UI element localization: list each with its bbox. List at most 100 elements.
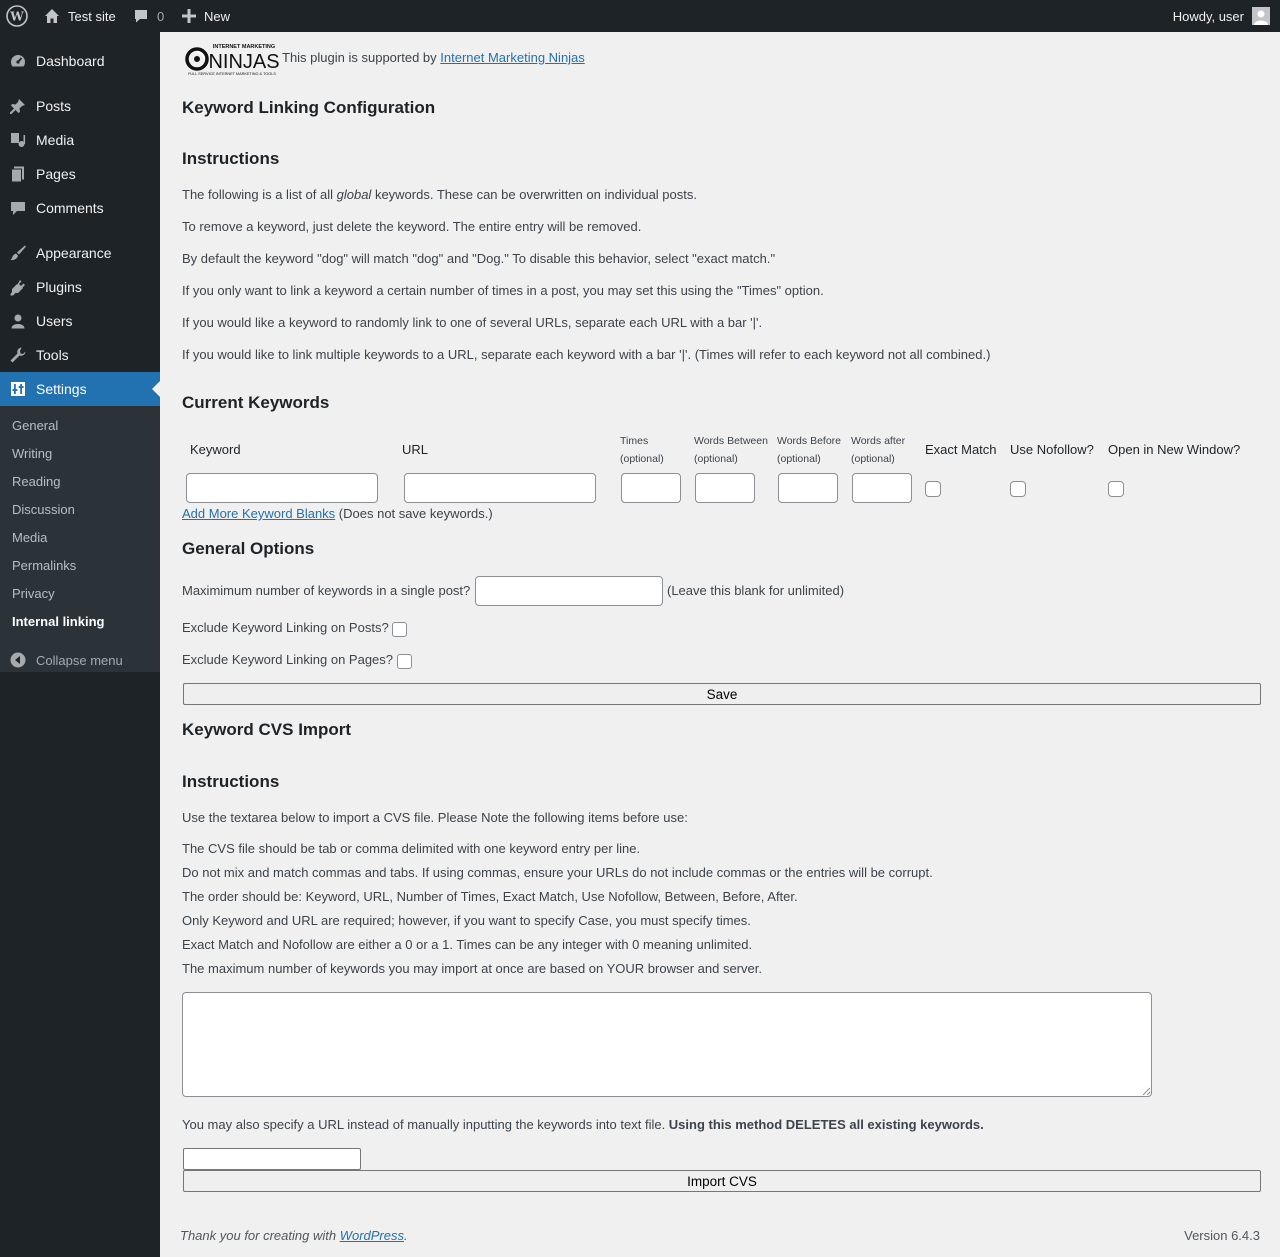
exclude-posts-checkbox[interactable] bbox=[392, 622, 407, 637]
media-icon bbox=[0, 131, 36, 149]
new-content-link[interactable]: New bbox=[182, 0, 230, 32]
sidebar-item-label: Comments bbox=[36, 200, 104, 216]
instruction-text: keywords. These can be overwritten on in… bbox=[371, 187, 697, 202]
footer-thanks: Thank you for creating with WordPress. bbox=[180, 1228, 408, 1243]
exact-match-checkbox[interactable] bbox=[925, 481, 941, 497]
sidebar-item-tools[interactable]: Tools bbox=[0, 338, 160, 372]
pin-icon bbox=[0, 97, 36, 115]
keyword-input[interactable] bbox=[186, 473, 378, 503]
logo-main-text: NINJAS bbox=[208, 51, 279, 73]
site-name-link[interactable]: Test site bbox=[44, 0, 116, 32]
use-nofollow-checkbox[interactable] bbox=[1010, 481, 1026, 497]
collapse-menu-button[interactable]: Collapse menu bbox=[0, 643, 160, 677]
logo-tag-text: FULL SERVICE INTERNET MARKETING & TOOLS bbox=[188, 72, 276, 76]
column-header-optional: (optional) bbox=[694, 453, 738, 465]
howdy-label: Howdy, user bbox=[1172, 8, 1244, 24]
sidebar-item-label: Pages bbox=[36, 166, 76, 182]
open-new-window-checkbox[interactable] bbox=[1108, 481, 1124, 497]
wrench-icon bbox=[0, 346, 36, 364]
import-note: The maximum number of keywords you may i… bbox=[182, 961, 762, 976]
import-url-input[interactable] bbox=[183, 1148, 361, 1170]
submenu-item-internal-linking[interactable]: Internal linking bbox=[12, 612, 104, 632]
words-after-input[interactable] bbox=[852, 473, 912, 503]
sidebar-item-appearance[interactable]: Appearance bbox=[0, 236, 160, 270]
times-input[interactable] bbox=[621, 473, 681, 503]
submenu-item-privacy[interactable]: Privacy bbox=[12, 584, 55, 604]
exclude-pages-label: Exclude Keyword Linking on Pages? bbox=[182, 652, 394, 667]
sidebar-item-label: Tools bbox=[36, 347, 69, 363]
column-header-words-before: Words Before (optional) bbox=[777, 432, 841, 468]
users-icon bbox=[0, 312, 36, 330]
column-header-times: Times (optional) bbox=[620, 432, 664, 468]
sidebar-item-label: Posts bbox=[36, 98, 72, 114]
comments-link[interactable]: 0 bbox=[133, 0, 164, 32]
column-header-keyword: Keyword bbox=[190, 442, 241, 457]
instruction-line: If you would like to link multiple keywo… bbox=[182, 347, 991, 362]
site-name-label: Test site bbox=[68, 8, 116, 24]
comment-bubble-icon bbox=[133, 8, 149, 24]
collapse-arrow-icon bbox=[0, 652, 36, 668]
instruction-line: If you would like a keyword to randomly … bbox=[182, 315, 763, 330]
instruction-text: The following is a list of all bbox=[182, 187, 337, 202]
my-account-link[interactable]: Howdy, user bbox=[1173, 0, 1270, 32]
submenu-item-permalinks[interactable]: Permalinks bbox=[12, 556, 76, 576]
plug-icon bbox=[0, 278, 36, 296]
submenu-item-discussion[interactable]: Discussion bbox=[12, 500, 75, 520]
footer-period: . bbox=[404, 1228, 408, 1243]
pages-icon bbox=[0, 165, 36, 183]
column-header-exact-match: Exact Match bbox=[925, 442, 997, 457]
sidebar-item-dashboard[interactable]: Dashboard bbox=[0, 44, 160, 78]
add-more-note: (Does not save keywords.) bbox=[335, 506, 493, 521]
column-header-optional: (optional) bbox=[777, 453, 821, 465]
sponsor-link[interactable]: Internet Marketing Ninjas bbox=[440, 50, 585, 65]
import-note: Exact Match and Nofollow are either a 0 … bbox=[182, 937, 753, 952]
column-header-label: Words Before bbox=[777, 435, 841, 447]
sidebar-item-label: Media bbox=[36, 132, 75, 148]
instruction-line: If you only want to link a keyword a cer… bbox=[182, 283, 824, 298]
submenu-item-writing[interactable]: Writing bbox=[12, 444, 52, 464]
sidebar-item-label: Dashboard bbox=[36, 53, 105, 69]
save-button[interactable]: Save bbox=[183, 683, 1261, 705]
max-keywords-note: (Leave this blank for unlimited) bbox=[667, 583, 845, 598]
column-header-optional: (optional) bbox=[620, 453, 664, 465]
collapse-menu-label: Collapse menu bbox=[36, 652, 123, 668]
sidebar-item-users[interactable]: Users bbox=[0, 304, 160, 338]
instruction-line: The following is a list of all global ke… bbox=[182, 186, 697, 204]
words-before-input[interactable] bbox=[778, 473, 838, 503]
footer-wordpress-link[interactable]: WordPress bbox=[340, 1228, 404, 1243]
sidebar-item-comments[interactable]: Comments bbox=[0, 191, 160, 225]
import-note: The CVS file should be tab or comma deli… bbox=[182, 841, 641, 856]
current-keywords-heading: Current Keywords bbox=[182, 393, 330, 412]
brush-icon bbox=[0, 244, 36, 262]
url-import-text: You may also specify a URL instead of ma… bbox=[182, 1117, 669, 1132]
submenu-item-reading[interactable]: Reading bbox=[12, 472, 60, 492]
import-textarea[interactable] bbox=[182, 992, 1152, 1097]
exclude-pages-checkbox[interactable] bbox=[397, 654, 412, 669]
exclude-posts-label: Exclude Keyword Linking on Posts? bbox=[182, 620, 389, 635]
sidebar-item-posts[interactable]: Posts bbox=[0, 89, 160, 123]
sidebar-item-media[interactable]: Media bbox=[0, 123, 160, 157]
add-more-line: Add More Keyword Blanks (Does not save k… bbox=[182, 505, 493, 523]
current-menu-arrow bbox=[152, 381, 160, 397]
footer-thanks-text: Thank you for creating with bbox=[180, 1228, 340, 1243]
sidebar-item-plugins[interactable]: Plugins bbox=[0, 270, 160, 304]
footer-version: Version 6.4.3 bbox=[1184, 1228, 1260, 1243]
words-between-input[interactable] bbox=[695, 473, 755, 503]
url-input[interactable] bbox=[404, 473, 596, 503]
import-cvs-button[interactable]: Import CVS bbox=[183, 1170, 1261, 1192]
sidebar-item-settings[interactable]: Settings bbox=[0, 372, 160, 406]
max-keywords-input[interactable] bbox=[475, 576, 663, 606]
comments-icon bbox=[0, 199, 36, 217]
add-more-keyword-blanks-link[interactable]: Add More Keyword Blanks bbox=[182, 506, 335, 521]
wordpress-logo-icon[interactable]: W bbox=[6, 0, 28, 32]
resize-handle-icon[interactable] bbox=[1142, 1087, 1150, 1095]
sidebar-item-label: Users bbox=[36, 313, 73, 329]
max-keywords-label: Maximimum number of keywords in a single… bbox=[182, 583, 471, 598]
logo-top-text: INTERNET MARKETING bbox=[213, 44, 275, 50]
import-intro: Use the textarea below to import a CVS f… bbox=[182, 810, 688, 825]
column-header-url: URL bbox=[402, 442, 429, 457]
submenu-item-media[interactable]: Media bbox=[12, 528, 47, 548]
sidebar-item-pages[interactable]: Pages bbox=[0, 157, 160, 191]
sidebar-item-label: Plugins bbox=[36, 279, 82, 295]
submenu-item-general[interactable]: General bbox=[12, 416, 58, 436]
